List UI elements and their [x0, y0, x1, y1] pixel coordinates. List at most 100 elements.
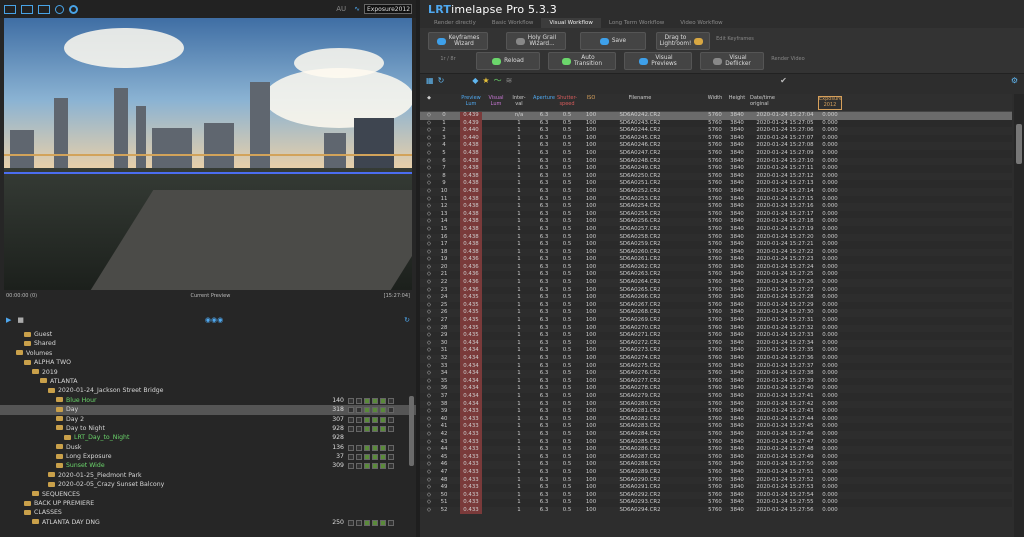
tree-item[interactable]: Guest — [0, 330, 416, 339]
tree-checkbox[interactable] — [372, 425, 378, 432]
tree-checkbox[interactable] — [348, 416, 354, 423]
table-row[interactable]: ◇ 0 0.439 n/a 6.3 0.5 100 SD6A0242.CR2 5760 3840 2… — [420, 112, 1012, 120]
tree-item[interactable]: 2020-01-25_Piedmont Park — [0, 471, 416, 480]
tree-checkbox[interactable] — [348, 407, 354, 414]
tree-item[interactable]: LRT_Day_to_Night 928 — [0, 433, 416, 442]
table-row[interactable]: ◇ 33 0.434 1 6.3 0.5 100 SD6A0275.CR2 5760 3840 20… — [420, 362, 1012, 371]
table-row[interactable]: ◇ 8 0.438 1 6.3 0.5 100 SD6A0250.CR2 5760 3840 202… — [420, 172, 1012, 181]
tree-checkbox[interactable] — [388, 454, 394, 461]
tree-checkbox[interactable] — [356, 519, 362, 526]
table-row[interactable]: ◇ 29 0.435 1 6.3 0.5 100 SD6A0271.CR2 5760 3840 20… — [420, 332, 1012, 340]
table-row[interactable]: ◇ 39 0.433 1 6.3 0.5 100 SD6A0281.CR2 5760 3840 20… — [420, 408, 1012, 416]
monitor-icon[interactable] — [4, 4, 16, 14]
table-row[interactable]: ◇ 43 0.433 1 6.3 0.5 100 SD6A0285.CR2 5760 3840 20… — [420, 438, 1012, 447]
keyframes-wizard-button[interactable]: Keyframes Wizard — [428, 32, 488, 50]
tree-checkbox[interactable] — [380, 416, 386, 423]
table-row[interactable]: ◇ 41 0.433 1 6.3 0.5 100 SD6A0283.CR2 5760 3840 20… — [420, 423, 1012, 431]
table-row[interactable]: ◇ 28 0.435 1 6.3 0.5 100 SD6A0270.CR2 5760 3840 20… — [420, 324, 1012, 333]
header-aperture[interactable]: Aperture — [532, 95, 556, 102]
list-icon[interactable] — [38, 4, 50, 14]
tree-item[interactable]: 2020-02-05_Crazy Sunset Balcony — [0, 480, 416, 489]
tree-item[interactable]: Day 2 307 — [0, 415, 416, 424]
table-row[interactable]: ◇ 48 0.433 1 6.3 0.5 100 SD6A0290.CR2 5760 3840 20… — [420, 476, 1012, 485]
grid-icon[interactable] — [21, 4, 33, 14]
tree-checkbox[interactable] — [364, 425, 370, 432]
table-row[interactable]: ◇ 25 0.435 1 6.3 0.5 100 SD6A0267.CR2 5760 3840 20… — [420, 301, 1012, 310]
holy-grail-wizard-button[interactable]: Holy Grail Wizard... — [506, 32, 566, 50]
table-row[interactable]: ◇ 30 0.434 1 6.3 0.5 100 SD6A0272.CR2 5760 3840 20… — [420, 339, 1012, 348]
refresh-icon[interactable]: ↻ — [438, 76, 445, 85]
tree-item[interactable]: BACK UP PREMIERE — [0, 499, 416, 508]
save-button[interactable]: Save — [580, 32, 646, 50]
tab-video-workflow[interactable]: Video Workflow — [672, 18, 730, 28]
tree-item[interactable]: Blue Hour 140 — [0, 396, 416, 405]
tree-checkbox[interactable] — [388, 444, 394, 451]
tree-checkbox[interactable] — [380, 407, 386, 414]
tab-visual-workflow[interactable]: Visual Workflow — [541, 18, 601, 28]
edit-keyframes-label[interactable]: Edit Keyframes — [716, 36, 754, 42]
record-icon[interactable] — [69, 4, 78, 14]
table-row[interactable]: ◇ 3 0.440 1 6.3 0.5 100 SD6A0245.CR2 5760 3840 202… — [420, 134, 1012, 143]
table-row[interactable]: ◇ 51 0.433 1 6.3 0.5 100 SD6A0293.CR2 5760 3840 20… — [420, 499, 1012, 507]
table-row[interactable]: ◇ 4 0.438 1 6.3 0.5 100 SD6A0246.CR2 5760 3840 202… — [420, 142, 1012, 150]
header-preview-lum[interactable]: Preview Lum — [460, 95, 482, 108]
tree-checkbox[interactable] — [388, 407, 394, 414]
tree-checkbox[interactable] — [380, 444, 386, 451]
header-iso[interactable]: ISO — [580, 95, 602, 102]
tree-checkbox[interactable] — [364, 463, 370, 470]
header-filename[interactable]: Filename — [605, 95, 675, 102]
table-row[interactable]: ◇ 12 0.438 1 6.3 0.5 100 SD6A0254.CR2 5760 3840 20… — [420, 203, 1012, 211]
tree-checkbox[interactable] — [388, 416, 394, 423]
table-row[interactable]: ◇ 44 0.433 1 6.3 0.5 100 SD6A0286.CR2 5760 3840 20… — [420, 446, 1012, 454]
tree-checkbox[interactable] — [380, 425, 386, 432]
tree-checkbox[interactable] — [380, 397, 386, 404]
table-row[interactable]: ◇ 46 0.433 1 6.3 0.5 100 SD6A0288.CR2 5760 3840 20… — [420, 461, 1012, 469]
table-row[interactable]: ◇ 14 0.438 1 6.3 0.5 100 SD6A0256.CR2 5760 3840 20… — [420, 218, 1012, 226]
tree-item[interactable]: Dusk 136 — [0, 443, 416, 452]
tree-checkbox[interactable] — [372, 454, 378, 461]
table-row[interactable]: ◇ 18 0.438 1 6.3 0.5 100 SD6A0260.CR2 5760 3840 20… — [420, 248, 1012, 257]
refresh-icon[interactable]: ↻ — [404, 316, 410, 324]
visual-deflicker-button[interactable]: Visual Deflicker — [700, 52, 764, 70]
settings-icon[interactable]: ⚙ — [1011, 76, 1018, 85]
tree-checkbox[interactable] — [348, 454, 354, 461]
tree-checkbox[interactable] — [380, 454, 386, 461]
table-row[interactable]: ◇ 45 0.433 1 6.3 0.5 100 SD6A0287.CR2 5760 3840 20… — [420, 453, 1012, 462]
table-row[interactable]: ◇ 26 0.435 1 6.3 0.5 100 SD6A0268.CR2 5760 3840 20… — [420, 309, 1012, 318]
table-row[interactable]: ◇ 2 0.440 1 6.3 0.5 100 SD6A0244.CR2 5760 3840 202… — [420, 127, 1012, 135]
tree-checkbox[interactable] — [372, 397, 378, 404]
tree-item[interactable]: Long Exposure 37 — [0, 452, 416, 461]
tree-checkbox[interactable] — [348, 463, 354, 470]
tree-checkbox[interactable] — [388, 425, 394, 432]
tree-checkbox[interactable] — [372, 416, 378, 423]
tree-checkbox[interactable] — [356, 425, 362, 432]
tree-checkbox[interactable] — [356, 454, 362, 461]
table-row[interactable]: ◇ 1 0.439 1 6.3 0.5 100 SD6A0243.CR2 5760 3840 202… — [420, 119, 1012, 128]
table-row[interactable]: ◇ 21 0.436 1 6.3 0.5 100 SD6A0263.CR2 5760 3840 20… — [420, 271, 1012, 280]
table-row[interactable]: ◇ 34 0.434 1 6.3 0.5 100 SD6A0276.CR2 5760 3840 20… — [420, 370, 1012, 378]
filter-toggle-icon[interactable]: ◉◉◉ — [205, 316, 223, 324]
tree-checkbox[interactable] — [380, 463, 386, 470]
grid-scroll-thumb[interactable] — [1016, 124, 1022, 164]
table-row[interactable]: ◇ 7 0.438 1 6.3 0.5 100 SD6A0249.CR2 5760 3840 202… — [420, 165, 1012, 173]
header-shutter[interactable]: Shutter- speed — [556, 95, 578, 108]
header-exposure[interactable]: Exposure 2012 — [818, 96, 842, 110]
table-row[interactable]: ◇ 10 0.438 1 6.3 0.5 100 SD6A0252.CR2 5760 3840 20… — [420, 187, 1012, 196]
render-video-label[interactable]: Render Video — [770, 56, 806, 62]
table-row[interactable]: ◇ 20 0.436 1 6.3 0.5 100 SD6A0262.CR2 5760 3840 20… — [420, 263, 1012, 272]
reload-button[interactable]: Reload — [476, 52, 540, 70]
tree-checkbox[interactable] — [364, 407, 370, 414]
stop-icon[interactable]: ■ — [17, 316, 24, 324]
header-datetime[interactable]: Date/time original — [750, 95, 820, 108]
tab-render-directly[interactable]: Render directly — [426, 18, 484, 28]
auto-transition-button[interactable]: Auto Transition — [548, 52, 616, 70]
table-row[interactable]: ◇ 11 0.438 1 6.3 0.5 100 SD6A0253.CR2 5760 3840 20… — [420, 195, 1012, 204]
table-row[interactable]: ◇ 49 0.433 1 6.3 0.5 100 SD6A0291.CR2 5760 3840 20… — [420, 484, 1012, 492]
tree-item[interactable]: Shared — [0, 339, 416, 348]
tree-checkbox[interactable] — [356, 463, 362, 470]
search-icon[interactable] — [55, 4, 64, 14]
tree-checkbox[interactable] — [372, 519, 378, 526]
tree-checkbox[interactable] — [348, 519, 354, 526]
tree-checkbox[interactable] — [356, 416, 362, 423]
table-row[interactable]: ◇ 19 0.436 1 6.3 0.5 100 SD6A0261.CR2 5760 3840 20… — [420, 256, 1012, 264]
